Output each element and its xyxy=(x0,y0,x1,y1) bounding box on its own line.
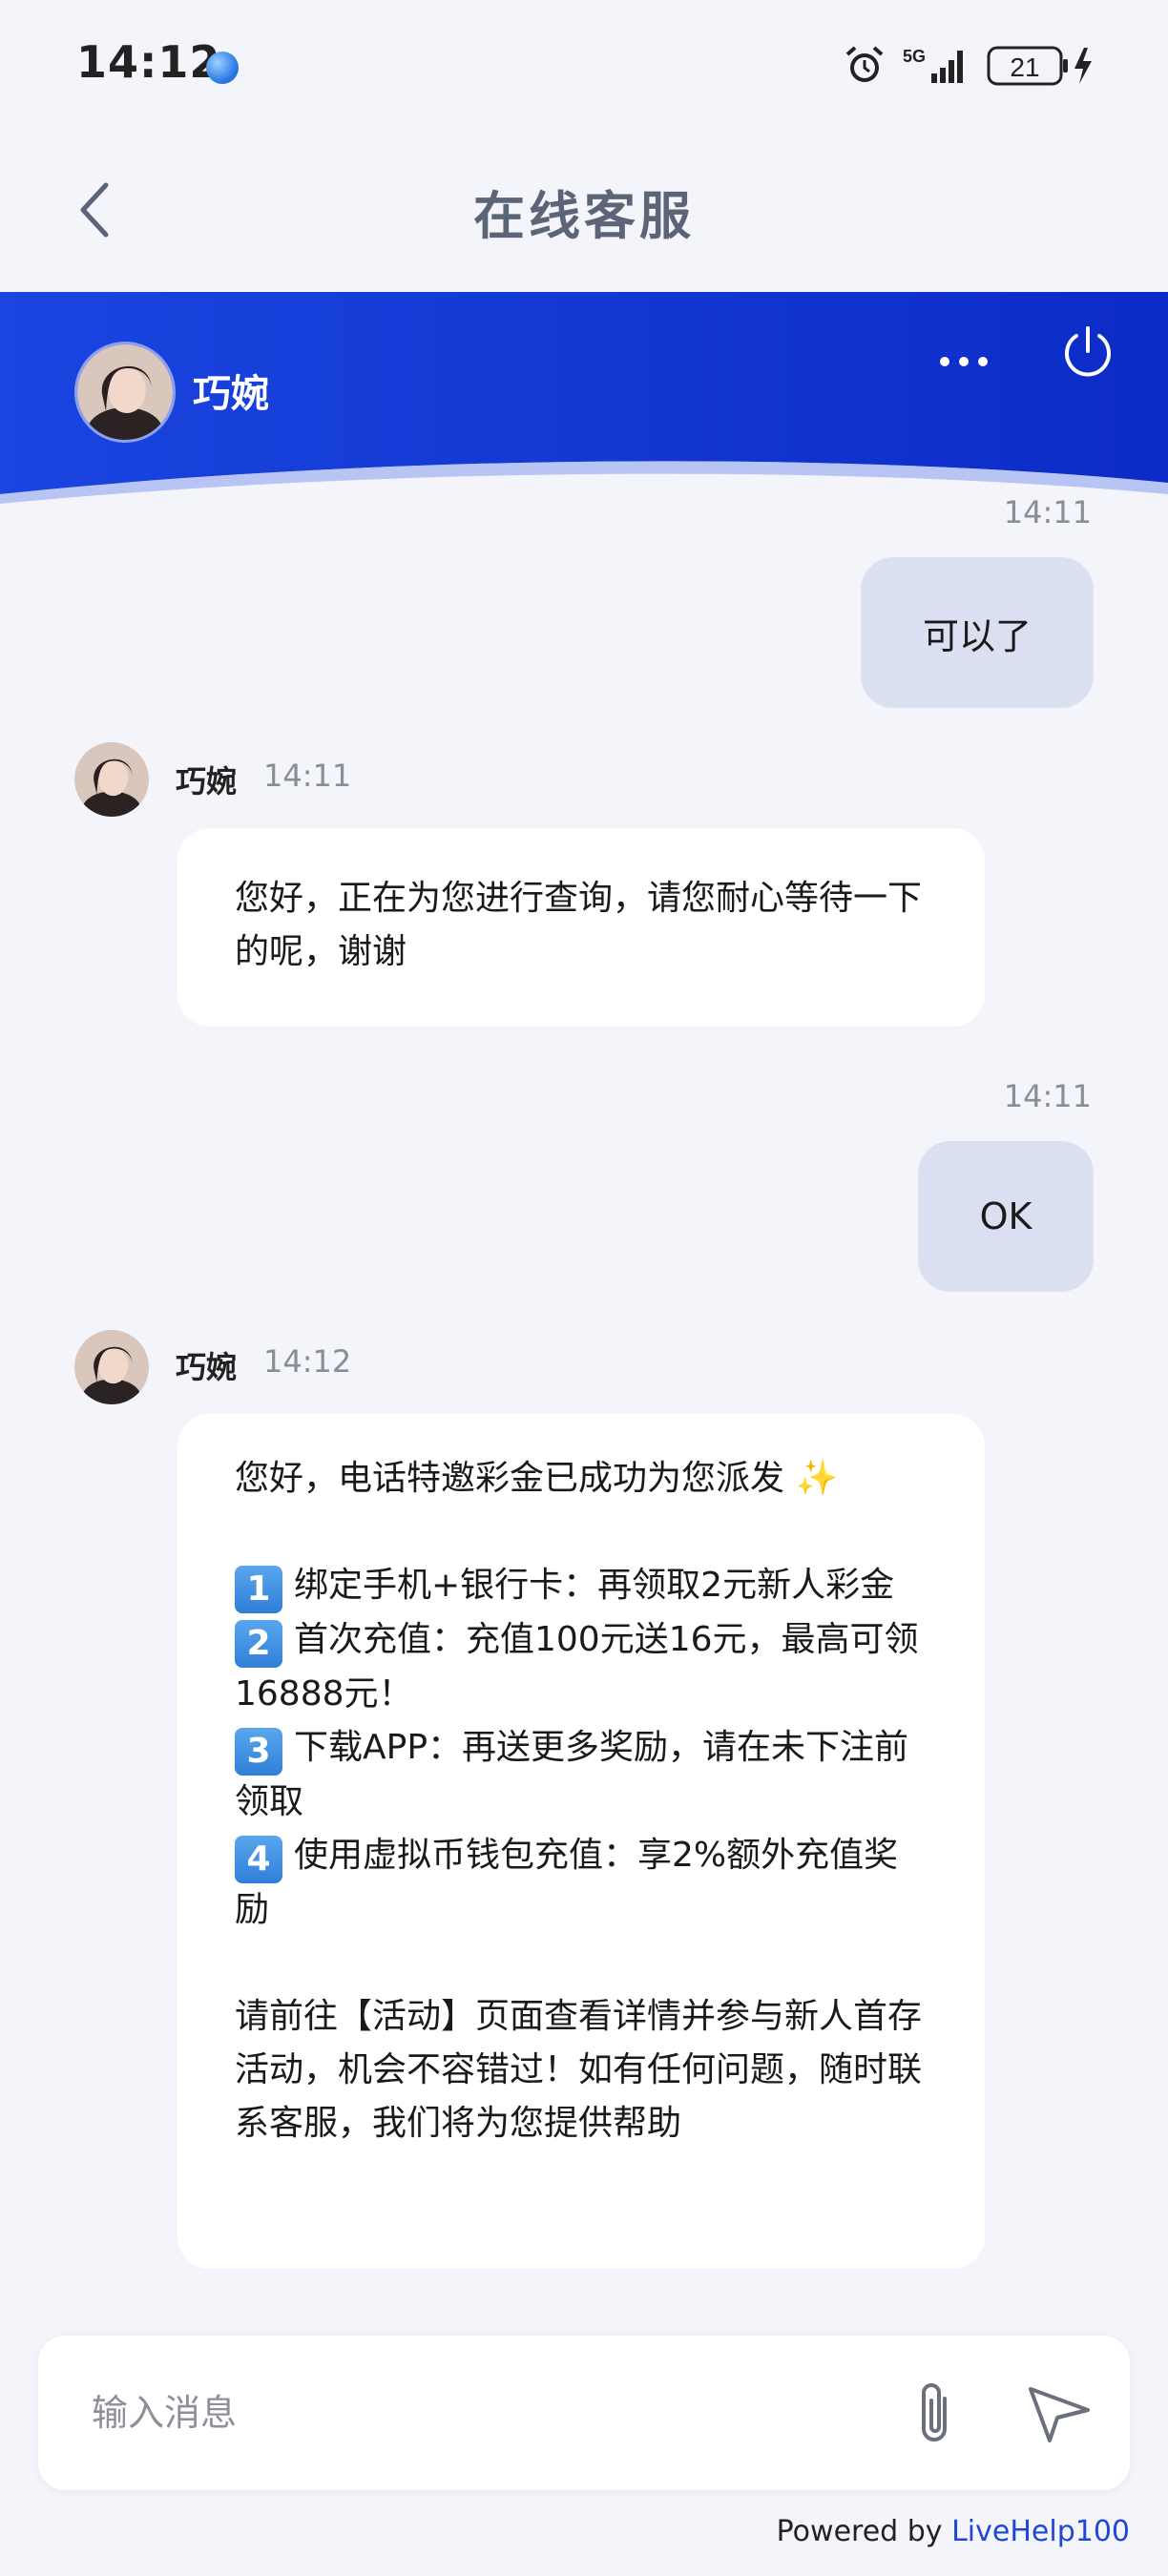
message-input-bar xyxy=(38,2336,1130,2490)
alarm-icon xyxy=(845,46,884,82)
paperclip-icon xyxy=(922,2383,947,2441)
page-title: 在线客服 xyxy=(473,186,695,246)
message-time: 14:11 xyxy=(1003,1078,1092,1114)
chat-area: 14:11 可以了 巧婉 14:11 您好，正在为您进行查询，请您耐心等待一下的… xyxy=(0,494,1168,2324)
user-message-bubble: OK xyxy=(918,1141,1094,1292)
list-item-text: 使用虚拟币钱包充值：享2%额外充值奖励 xyxy=(235,1836,899,1929)
message-text: OK xyxy=(979,1195,1032,1237)
send-button[interactable] xyxy=(1021,2379,1097,2448)
number-badge-icon: 2 xyxy=(235,1620,282,1668)
status-bar: 14:12 5G 21 xyxy=(0,0,1168,134)
brand-link[interactable]: LiveHelp100 xyxy=(951,2515,1130,2548)
list-item-text: 下载APP：再送更多奖励，请在未下注前领取 xyxy=(235,1728,909,1821)
network-label: 5G xyxy=(903,47,926,66)
status-time: 14:12 xyxy=(76,36,221,88)
message-text: 您好，正在为您进行查询，请您耐心等待一下的呢，谢谢 xyxy=(235,879,923,971)
message-input[interactable] xyxy=(90,2381,857,2444)
agent-avatar xyxy=(74,342,176,443)
message-outro: 请前往【活动】页面查看详情并参与新人首存活动，机会不容错过！如有任何问题，随时联… xyxy=(235,1997,923,2143)
agent-name: 巧婉 xyxy=(193,372,269,416)
power-button[interactable] xyxy=(1057,322,1118,384)
number-badge-icon: 4 xyxy=(235,1836,282,1883)
message-intro: 您好，电话特邀彩金已成功为您派发 ✨ xyxy=(235,1459,839,1498)
signal-icon: 5G xyxy=(903,47,963,83)
list-item: 1 绑定手机+银行卡：再领取2元新人彩金 xyxy=(235,1559,928,1613)
list-item-text: 绑定手机+银行卡：再领取2元新人彩金 xyxy=(294,1566,895,1605)
message-time: 14:11 xyxy=(1003,494,1092,530)
attach-button[interactable] xyxy=(901,2376,968,2452)
more-dots-icon xyxy=(940,357,988,366)
battery-icon: 21 xyxy=(987,46,1092,86)
list-item: 3 下载APP：再送更多奖励，请在未下注前领取 xyxy=(235,1721,928,1829)
power-icon xyxy=(1065,326,1111,377)
powered-by: Powered by LiveHelp100 xyxy=(777,2515,1130,2548)
list-item: 4 使用虚拟币钱包充值：享2%额外充值奖励 xyxy=(235,1829,928,1937)
header-background xyxy=(0,292,1168,504)
message-sender: 巧婉 xyxy=(176,1349,238,1385)
message-text: 可以了 xyxy=(922,614,1032,657)
message-time: 14:12 xyxy=(263,1343,352,1380)
title-bar: 在线客服 xyxy=(0,134,1168,292)
agent-header: 巧婉 xyxy=(0,292,1168,511)
list-item-text: 首次充值：充值100元送16元，最高可领16888元！ xyxy=(235,1620,919,1714)
message-sender: 巧婉 xyxy=(176,763,238,800)
agent-message-bubble: 您好，电话特邀彩金已成功为您派发 ✨ 1 绑定手机+银行卡：再领取2元新人彩金 2… xyxy=(177,1414,985,2269)
status-icons: 5G 21 xyxy=(844,44,1101,88)
agent-avatar xyxy=(74,742,149,817)
number-badge-icon: 1 xyxy=(235,1566,282,1613)
send-icon xyxy=(1029,2387,1090,2442)
agent-avatar xyxy=(74,1330,149,1404)
message-time: 14:11 xyxy=(263,758,352,794)
more-button[interactable] xyxy=(930,338,997,385)
app-notification-icon xyxy=(206,52,239,84)
powered-by-label: Powered by xyxy=(776,2515,952,2548)
number-badge-icon: 3 xyxy=(235,1728,282,1776)
user-message-bubble: 可以了 xyxy=(861,557,1094,708)
agent-message-bubble: 您好，正在为您进行查询，请您耐心等待一下的呢，谢谢 xyxy=(177,828,985,1027)
battery-level: 21 xyxy=(1010,52,1039,82)
list-item: 2 首次充值：充值100元送16元，最高可领16888元！ xyxy=(235,1613,928,1721)
